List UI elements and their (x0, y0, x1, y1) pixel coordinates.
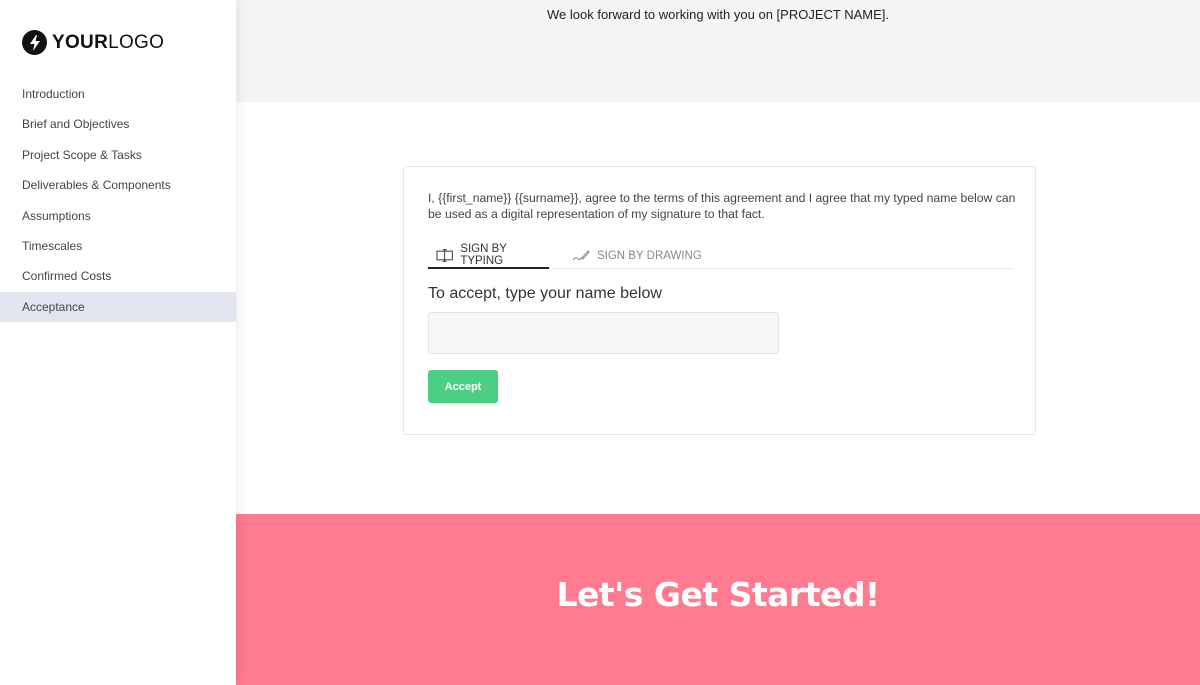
tab-label: SIGN BY DRAWING (597, 250, 702, 262)
tab-sign-by-drawing[interactable]: SIGN BY DRAWING (572, 243, 702, 269)
agreement-text: I, {{first_name}} {{surname}}, agree to … (428, 191, 1016, 221)
banner-title: Let's Get Started! (556, 575, 880, 614)
signature-tabs: SIGN BY TYPING SIGN BY DRAWING (428, 243, 1013, 269)
sidebar-item-assumptions[interactable]: Assumptions (0, 201, 236, 231)
logo-text: YOURLOGO (52, 32, 164, 54)
tab-sign-by-typing[interactable]: SIGN BY TYPING (428, 243, 549, 269)
tab-label: SIGN BY TYPING (460, 243, 507, 267)
name-input-label: To accept, type your name below (428, 285, 662, 302)
top-section: We look forward to working with you on [… (236, 0, 1200, 102)
logo[interactable]: YOURLOGO (22, 30, 164, 55)
lightning-bolt-icon (22, 30, 47, 55)
pen-icon (572, 250, 590, 261)
sidebar-item-timescales[interactable]: Timescales (0, 231, 236, 261)
sidebar-item-costs[interactable]: Confirmed Costs (0, 261, 236, 291)
text-cursor-icon (436, 248, 453, 262)
sidebar-nav: Introduction Brief and Objectives Projec… (0, 79, 236, 323)
sidebar-item-deliverables[interactable]: Deliverables & Components (0, 170, 236, 200)
sidebar-item-scope[interactable]: Project Scope & Tasks (0, 140, 236, 170)
signature-card: I, {{first_name}} {{surname}}, agree to … (403, 166, 1036, 435)
accept-button[interactable]: Accept (428, 370, 498, 403)
logo-text-bold: YOUR (52, 31, 109, 53)
sidebar-item-introduction[interactable]: Introduction (0, 79, 236, 109)
closing-text: We look forward to working with you on [… (547, 7, 889, 22)
sidebar-item-brief[interactable]: Brief and Objectives (0, 109, 236, 139)
main-content: We look forward to working with you on [… (236, 0, 1200, 685)
sidebar-item-acceptance[interactable]: Acceptance (0, 291, 236, 323)
sidebar: YOURLOGO Introduction Brief and Objectiv… (0, 0, 236, 685)
name-input[interactable] (428, 312, 779, 354)
cta-banner: Let's Get Started! (236, 514, 1200, 685)
logo-text-light: LOGO (108, 31, 165, 53)
